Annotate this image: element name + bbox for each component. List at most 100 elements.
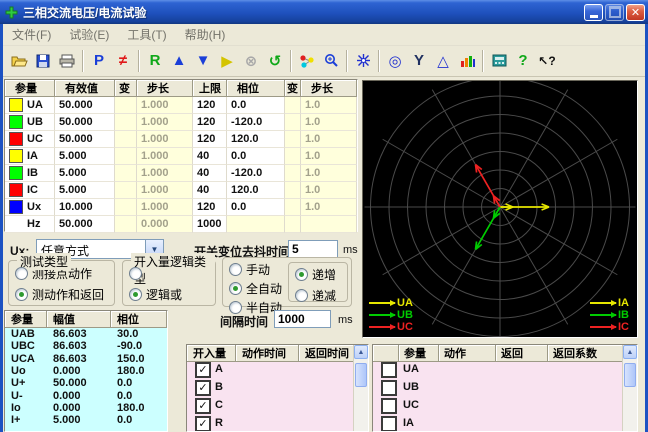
checkbox[interactable]: [195, 415, 211, 431]
title-bar: 三相交流电压/电流试验: [0, 0, 648, 24]
step-up-icon[interactable]: ▲: [167, 49, 191, 73]
window-border-left: [0, 24, 3, 432]
result-table-scrollbar[interactable]: ▲: [622, 345, 637, 431]
calculator-icon[interactable]: [487, 49, 511, 73]
interval-unit: ms: [338, 314, 353, 326]
input-table-header: 开入量 动作时间 返回时间: [187, 345, 368, 362]
digital-input-table: 开入量 动作时间 返回时间 A B C R ▲: [186, 344, 369, 432]
maximize-button[interactable]: [605, 3, 624, 21]
param-p-icon[interactable]: P: [87, 49, 111, 73]
vector-arrow-icon: [590, 324, 617, 330]
phase-not-equal-icon[interactable]: ≠: [111, 49, 135, 73]
table-row: UAB 86.603 30.0: [11, 328, 139, 341]
checkbox[interactable]: [195, 361, 211, 378]
radio-icon[interactable]: [229, 282, 242, 295]
table-row: Ux 10.000 1.000 120 0.0 1.0: [5, 199, 357, 216]
radio-icon[interactable]: [295, 289, 308, 302]
table-row: UC 50.000 1.000 120 120.0 1.0: [5, 131, 357, 148]
wye-icon[interactable]: Y: [407, 49, 431, 73]
table-row: Io 0.000 180.0: [11, 401, 145, 414]
table-row: U- 0.000 0.0: [11, 389, 133, 402]
result-table: 参量 动作 返回 返回系数 UA UB UC IA IB ▲: [372, 344, 638, 432]
scroll-up-icon[interactable]: ▲: [623, 345, 637, 359]
rings-icon[interactable]: ◎: [383, 49, 407, 73]
start-test-icon[interactable]: ▶: [215, 49, 239, 73]
close-button[interactable]: [626, 3, 645, 21]
undo-icon[interactable]: ↺: [263, 49, 287, 73]
bar-graph-icon[interactable]: [455, 49, 479, 73]
input-table-scrollbar[interactable]: ▲: [353, 345, 368, 431]
radio-icon[interactable]: [129, 267, 142, 280]
phasor-panel: UA UB UC IA IB IC: [362, 80, 638, 338]
checkbox[interactable]: [381, 397, 397, 414]
table-row: UB 50.000 1.000 120 -120.0 1.0: [5, 114, 357, 131]
context-help-icon[interactable]: ↖?: [535, 49, 559, 73]
checkbox[interactable]: [195, 379, 211, 396]
table-row: Uo 0.000 180.0: [11, 365, 145, 378]
derived-table-header: 参量 幅值 相位: [5, 311, 167, 328]
menu-tools[interactable]: 工具(T): [118, 26, 175, 43]
radio-increase[interactable]: 递增: [295, 266, 347, 283]
table-row: Hz 50.000 0.000 1000: [5, 216, 357, 233]
checkbox[interactable]: [381, 415, 397, 431]
table-row: UA: [373, 360, 637, 378]
molecule-icon[interactable]: [295, 49, 319, 73]
vector-arrow-icon: [369, 312, 396, 318]
table-row: IA: [373, 414, 637, 431]
window-title: 三相交流电压/电流试验: [23, 5, 147, 20]
radio-decrease[interactable]: 递减: [295, 287, 347, 304]
save-file-icon[interactable]: [31, 49, 55, 73]
table-row: UBC 86.603 -90.0: [11, 340, 143, 353]
logic-type-title: 开入量逻辑类型: [131, 253, 215, 287]
interval-label: 间隔时间: [220, 315, 269, 329]
stop-test-icon[interactable]: ⊗: [239, 49, 263, 73]
toolbar-separator: [138, 49, 140, 72]
result-table-header: 参量 动作 返回 返回系数: [373, 345, 637, 362]
spokes-icon[interactable]: [351, 49, 375, 73]
scrollbar-thumb[interactable]: [355, 363, 367, 387]
table-row: B: [187, 378, 368, 396]
toolbar-separator: [482, 49, 484, 72]
toolbar-separator: [378, 49, 380, 72]
vector-arrow-icon: [369, 300, 396, 306]
reset-r-icon[interactable]: R: [143, 49, 167, 73]
checkbox[interactable]: [195, 397, 211, 414]
table-row: I+ 5.000 0.0: [11, 414, 133, 427]
zoom-in-icon[interactable]: [319, 49, 343, 73]
color-swatch: [9, 132, 23, 146]
open-file-icon[interactable]: [7, 49, 31, 73]
table-row: UA 50.000 1.000 120 0.0 1.0: [5, 97, 357, 114]
checkbox[interactable]: [381, 379, 397, 396]
checkbox[interactable]: [381, 361, 397, 378]
help-icon[interactable]: ?: [511, 49, 535, 73]
debounce-input[interactable]: [288, 240, 338, 258]
print-icon[interactable]: [55, 49, 79, 73]
color-swatch: [9, 166, 23, 180]
radio-icon[interactable]: [295, 268, 308, 281]
table-row: IB 5.000 1.000 40 -120.0 1.0: [5, 165, 357, 182]
scrollbar-thumb[interactable]: [624, 363, 636, 387]
radio-icon[interactable]: [229, 263, 242, 276]
step-down-icon[interactable]: ▼: [191, 49, 215, 73]
parameter-table: 参量 有效值 变 步长 上限 相位 变 步长 UA 50.000 1.000 1…: [4, 79, 358, 233]
logic-type-group: 开入量逻辑类型 逻辑与 逻辑或: [122, 253, 216, 306]
radio-icon[interactable]: [15, 267, 28, 280]
radio-icon[interactable]: [129, 288, 142, 301]
color-swatch: [9, 183, 23, 197]
vector-arrow-icon: [590, 312, 617, 318]
color-swatch: [9, 98, 23, 112]
toolbar-separator: [290, 49, 292, 72]
toolbar-separator: [346, 49, 348, 72]
menu-help[interactable]: 帮助(H): [176, 26, 235, 43]
scroll-up-icon[interactable]: ▲: [354, 345, 368, 359]
radio-icon[interactable]: [15, 288, 28, 301]
menu-test[interactable]: 试验(E): [60, 26, 118, 43]
radio-logic-or[interactable]: 逻辑或: [129, 286, 215, 303]
interval-input[interactable]: [274, 310, 331, 328]
minimize-button[interactable]: [584, 3, 603, 21]
table-row: U+ 50.000 0.0: [11, 377, 133, 390]
delta-icon[interactable]: △: [431, 49, 455, 73]
radio-test-act-return[interactable]: 测动作和返回: [15, 286, 114, 303]
menu-file[interactable]: 文件(F): [3, 26, 60, 43]
derived-values-table: 参量 幅值 相位 UAB 86.603 30.0 UBC 86.603 -90.0 UC…: [4, 310, 168, 432]
